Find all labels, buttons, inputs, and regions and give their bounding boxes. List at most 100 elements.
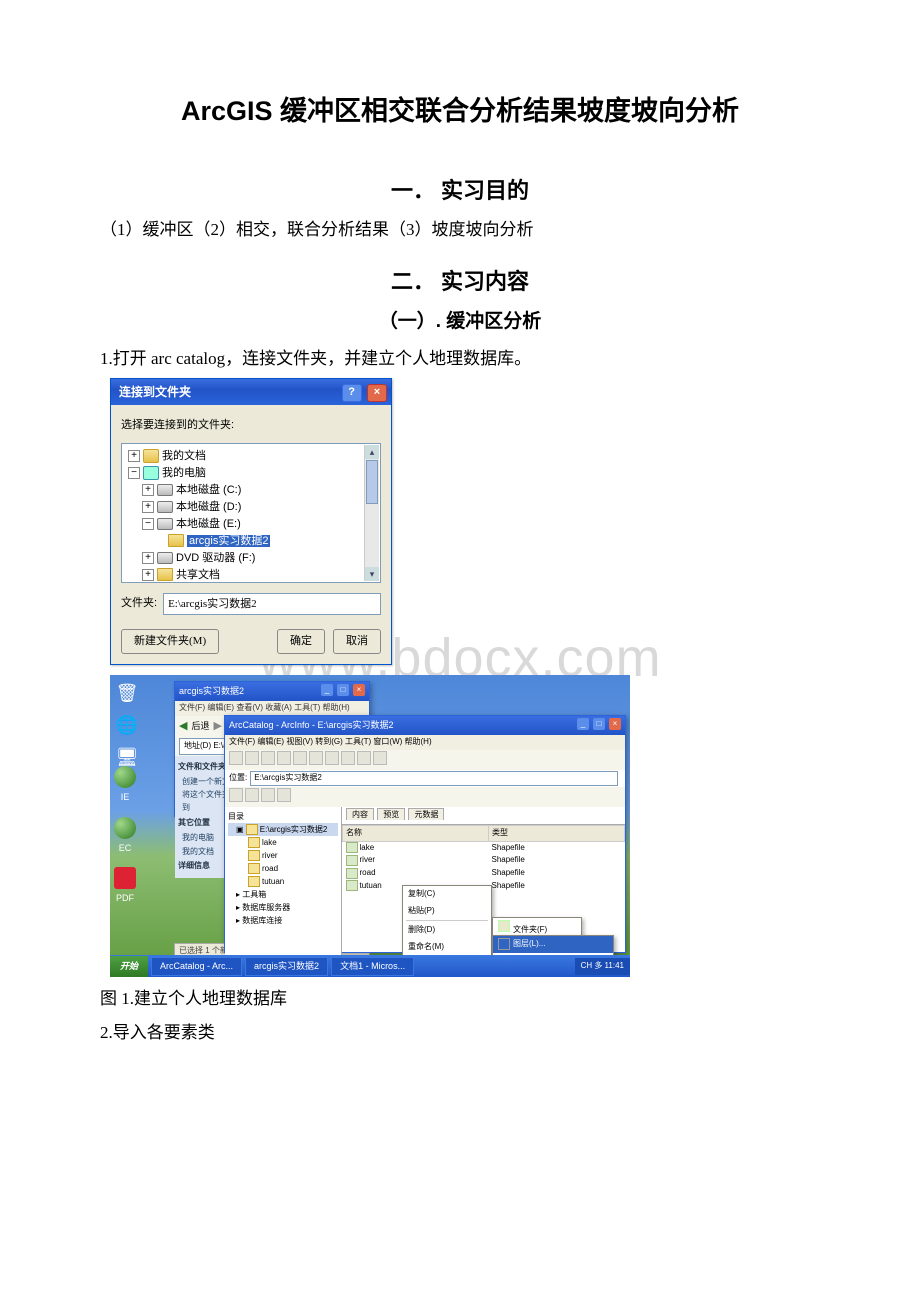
- tool-icon[interactable]: [357, 751, 371, 765]
- close-button[interactable]: ×: [353, 684, 365, 696]
- tool-icon[interactable]: [341, 751, 355, 765]
- tool-icon[interactable]: [245, 788, 259, 802]
- expand-icon[interactable]: +: [128, 450, 140, 462]
- expand-icon[interactable]: +: [142, 501, 154, 513]
- taskbar-item[interactable]: ArcCatalog - Arc...: [151, 957, 242, 975]
- tree-mypc[interactable]: 我的电脑: [162, 467, 206, 479]
- system-tray[interactable]: CH 多 11:41: [575, 958, 630, 975]
- globe-icon[interactable]: 🌐: [114, 711, 140, 737]
- cancel-button[interactable]: 取消: [333, 629, 381, 655]
- tool-icon[interactable]: [229, 751, 243, 765]
- taskbar-item[interactable]: 文档1 - Micros...: [331, 957, 414, 975]
- ctx-rename[interactable]: 重命名(M): [403, 939, 491, 956]
- folder-icon: [157, 568, 173, 581]
- explorer-menubar[interactable]: 文件(F) 编辑(E) 查看(V) 收藏(A) 工具(T) 帮助(H): [175, 701, 369, 716]
- tab-metadata[interactable]: 元数据: [408, 808, 444, 820]
- forward-icon[interactable]: ▶: [213, 718, 221, 736]
- folder-tree[interactable]: + 我的文档 − 我的电脑 + 本地磁盘 (C:) + 本地磁盘 (D:) − 本地磁盘 …: [121, 443, 381, 583]
- list-row[interactable]: riverShapefile: [343, 854, 625, 867]
- tool-icon[interactable]: [261, 788, 275, 802]
- dialog-titlebar[interactable]: 连接到文件夹 ? ×: [111, 379, 391, 405]
- minimize-button[interactable]: _: [321, 684, 333, 696]
- tool-icon[interactable]: [309, 751, 323, 765]
- tree-selected-folder[interactable]: arcgis实习数据2: [187, 535, 270, 547]
- back-label: 后退: [191, 719, 209, 733]
- tree-drive-d[interactable]: 本地磁盘 (D:): [176, 501, 241, 513]
- arccatalog-titlebar[interactable]: ArcCatalog - ArcInfo - E:\arcgis实习数据2 _ …: [225, 716, 625, 734]
- tree-share-docs[interactable]: 共享文档: [176, 569, 220, 581]
- scroll-thumb[interactable]: [366, 460, 378, 504]
- expand-icon[interactable]: +: [142, 484, 154, 496]
- catalog-tree[interactable]: 目录 ▣ E:\arcgis实习数据2 lake river road tutu…: [225, 807, 342, 977]
- tool-icon[interactable]: [245, 751, 259, 765]
- catalog-tabs[interactable]: 内容 预览 元数据: [342, 807, 625, 825]
- desktop-shortcut[interactable]: EC: [114, 817, 136, 855]
- folder-path-input[interactable]: E:\arcgis实习数据2: [163, 593, 381, 615]
- tool-icon[interactable]: [261, 751, 275, 765]
- folder-icon: [246, 824, 258, 835]
- section-2-heading: 二． 实习内容: [100, 264, 820, 299]
- tree-item[interactable]: road: [228, 862, 338, 875]
- tree-connection[interactable]: ▣ E:\arcgis实习数据2: [228, 823, 338, 836]
- col-name[interactable]: 名称: [343, 825, 489, 841]
- minimize-button[interactable]: _: [577, 718, 589, 730]
- list-row[interactable]: roadShapefile: [343, 867, 625, 880]
- desktop-icons: 🗑 🌐 🖥: [114, 679, 140, 769]
- list-row[interactable]: lakeShapefile: [343, 841, 625, 854]
- tree-item[interactable]: lake: [228, 836, 338, 849]
- arccatalog-toolbar[interactable]: [225, 750, 625, 770]
- col-type[interactable]: 类型: [488, 825, 624, 841]
- tree-drive-c[interactable]: 本地磁盘 (C:): [176, 484, 241, 496]
- sub-layer[interactable]: 图层(L)...: [493, 936, 613, 953]
- tool-icon[interactable]: [373, 751, 387, 765]
- mydocs-icon: [143, 449, 159, 463]
- tab-contents[interactable]: 内容: [346, 808, 374, 820]
- arccatalog-menubar[interactable]: 文件(F) 编辑(E) 视图(V) 转到(G) 工具(T) 窗口(W) 帮助(H…: [225, 735, 625, 750]
- close-button[interactable]: ×: [609, 718, 621, 730]
- collapse-icon[interactable]: −: [128, 467, 140, 479]
- connect-folder-dialog: 连接到文件夹 ? × 选择要连接到的文件夹: +我的文档 −我的电脑 +本地磁盘…: [110, 378, 392, 665]
- taskbar-item[interactable]: arcgis实习数据2: [245, 957, 328, 975]
- arccatalog-toolbar-2[interactable]: [225, 787, 625, 807]
- tree-root[interactable]: 目录: [228, 810, 338, 823]
- new-folder-button[interactable]: 新建文件夹(M): [121, 629, 219, 655]
- tree-toolboxes[interactable]: ▸ 工具箱: [228, 888, 338, 901]
- tree-item[interactable]: river: [228, 849, 338, 862]
- tree-db-servers[interactable]: ▸ 数据库服务器: [228, 901, 338, 914]
- desktop-shortcut[interactable]: IE: [114, 766, 136, 804]
- close-button[interactable]: ×: [367, 384, 387, 402]
- tree-item[interactable]: tutuan: [228, 875, 338, 888]
- ctx-paste[interactable]: 粘贴(P): [403, 903, 491, 920]
- scroll-down-icon[interactable]: ▾: [365, 567, 379, 581]
- subsection-2-1-heading: （一）. 缓冲区分析: [100, 307, 820, 337]
- tree-db-conn[interactable]: ▸ 数据库连接: [228, 914, 338, 927]
- tree-mydocs[interactable]: 我的文档: [162, 450, 206, 462]
- desktop-shortcut[interactable]: PDF: [114, 867, 136, 905]
- collapse-icon[interactable]: −: [142, 518, 154, 530]
- tool-icon[interactable]: [277, 751, 291, 765]
- start-button[interactable]: 开始: [110, 956, 148, 976]
- tool-icon[interactable]: [277, 788, 291, 802]
- help-button[interactable]: ?: [342, 384, 362, 402]
- location-input[interactable]: E:\arcgis实习数据2: [250, 771, 618, 786]
- tree-drive-e[interactable]: 本地磁盘 (E:): [176, 518, 241, 530]
- ctx-copy[interactable]: 复制(C): [403, 886, 491, 903]
- recycle-bin-icon[interactable]: 🗑: [114, 679, 140, 705]
- back-icon[interactable]: ◀: [179, 718, 187, 736]
- ctx-delete[interactable]: 删除(D): [403, 922, 491, 939]
- taskbar[interactable]: 开始 ArcCatalog - Arc... arcgis实习数据2 文档1 -…: [110, 955, 630, 977]
- tool-icon[interactable]: [293, 751, 307, 765]
- scroll-up-icon[interactable]: ▴: [365, 445, 379, 459]
- explorer-titlebar[interactable]: arcgis实习数据2 _ □ ×: [175, 682, 369, 700]
- tool-icon[interactable]: [325, 751, 339, 765]
- tool-icon[interactable]: [229, 788, 243, 802]
- ok-button[interactable]: 确定: [277, 629, 325, 655]
- expand-icon[interactable]: +: [142, 552, 154, 564]
- vertical-scrollbar[interactable]: ▴ ▾: [364, 445, 379, 581]
- maximize-button[interactable]: □: [337, 684, 349, 696]
- dvd-icon: [157, 552, 173, 564]
- tab-preview[interactable]: 预览: [377, 808, 405, 820]
- maximize-button[interactable]: □: [593, 718, 605, 730]
- tree-dvd-f[interactable]: DVD 驱动器 (F:): [176, 552, 255, 564]
- expand-icon[interactable]: +: [142, 569, 154, 581]
